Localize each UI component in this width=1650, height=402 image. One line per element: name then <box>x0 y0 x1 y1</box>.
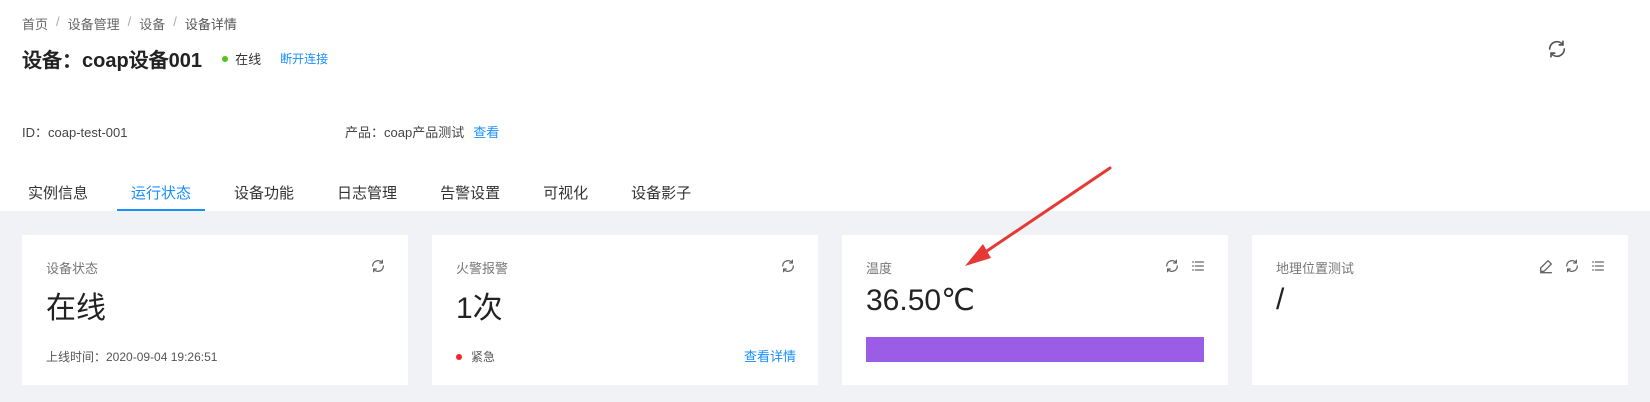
tab-device-shadow[interactable]: 设备影子 <box>617 170 705 211</box>
breadcrumb: 首页 / 设备管理 / 设备 / 设备详情 <box>22 14 237 33</box>
breadcrumb-device-management[interactable]: 设备管理 <box>68 14 120 33</box>
tab-bar: 实例信息 运行状态 设备功能 日志管理 告警设置 可视化 设备影子 <box>14 170 720 211</box>
tab-visualization[interactable]: 可视化 <box>529 170 602 211</box>
list-icon[interactable] <box>1190 258 1206 274</box>
alarm-level-text: 紧急 <box>471 350 496 364</box>
temperature-bar-fill <box>866 337 1204 362</box>
card-actions <box>780 258 796 274</box>
refresh-icon[interactable] <box>780 258 796 274</box>
title-row: 设备：coap设备001 在线 断开连接 <box>22 44 328 73</box>
tab-log-management[interactable]: 日志管理 <box>323 170 411 211</box>
product-name: 产品：coap产品测试 <box>345 125 465 140</box>
card-label: 火警报警 <box>456 261 509 276</box>
product-info: 产品：coap产品测试 查看 <box>345 122 499 141</box>
disconnect-button[interactable]: 断开连接 <box>280 50 328 67</box>
device-status-card: 设备状态 在线 上线时间：2020-09-04 19:26:51 <box>22 235 408 385</box>
tab-running-status[interactable]: 运行状态 <box>117 170 206 211</box>
alarm-level-dot <box>456 353 462 360</box>
tab-instance-info[interactable]: 实例信息 <box>14 170 102 211</box>
refresh-icon[interactable] <box>1564 258 1580 274</box>
card-value: 1次 <box>456 292 503 325</box>
view-product-link[interactable]: 查看 <box>473 125 499 140</box>
edit-icon[interactable] <box>1538 258 1554 274</box>
tab-device-functions[interactable]: 设备功能 <box>220 170 308 211</box>
card-value: 在线 <box>46 292 106 325</box>
card-actions <box>1538 258 1606 274</box>
refresh-icon[interactable] <box>1164 258 1180 274</box>
page-title: 设备：coap设备001 <box>22 50 203 72</box>
alarm-level: 紧急 <box>456 348 495 365</box>
card-actions <box>370 258 386 274</box>
breadcrumb-home[interactable]: 首页 <box>22 14 48 33</box>
card-label: 地理位置测试 <box>1276 261 1355 276</box>
tab-alarm-settings[interactable]: 告警设置 <box>426 170 514 211</box>
breadcrumb-separator: / <box>173 14 177 29</box>
fire-alarm-card: 火警报警 1次 紧急 查看详情 <box>432 235 818 385</box>
online-time: 上线时间：2020-09-04 19:26:51 <box>46 350 218 364</box>
card-value: / <box>1276 283 1285 316</box>
breadcrumb-device[interactable]: 设备 <box>139 14 165 33</box>
card-value: 36.50℃ <box>866 284 975 317</box>
refresh-icon[interactable] <box>370 258 386 274</box>
card-label: 设备状态 <box>46 261 99 276</box>
view-details-link[interactable]: 查看详情 <box>744 346 796 365</box>
breadcrumb-separator: / <box>127 14 132 29</box>
device-id: ID：coap-test-001 <box>22 125 128 140</box>
breadcrumb-device-detail: 设备详情 <box>184 17 237 32</box>
online-status-dot <box>222 55 229 62</box>
temperature-bar <box>866 337 1204 362</box>
geo-location-card: 地理位置测试 / <box>1252 235 1628 385</box>
device-status-text: 在线 <box>235 52 262 67</box>
card-actions <box>1164 258 1206 274</box>
breadcrumb-separator: / <box>56 14 60 29</box>
list-icon[interactable] <box>1590 258 1606 274</box>
temperature-card: 温度 36.50℃ <box>842 235 1228 385</box>
card-label: 温度 <box>866 261 893 276</box>
refresh-icon[interactable] <box>1546 38 1568 60</box>
